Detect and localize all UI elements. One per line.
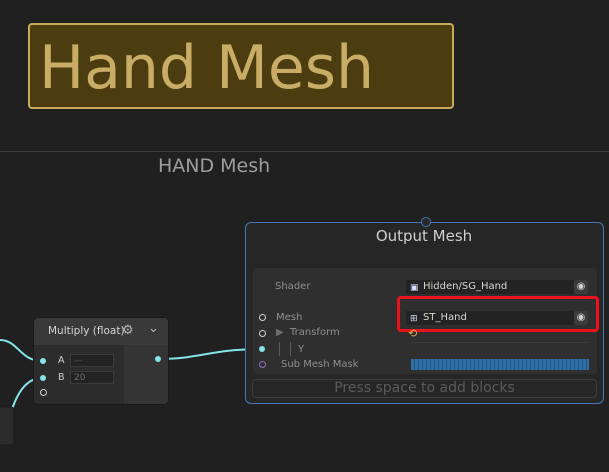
- output-port[interactable]: [155, 356, 161, 362]
- shader-asset-icon: ▣: [410, 283, 419, 293]
- transform-expand-icon[interactable]: ▶: [276, 327, 284, 338]
- multiply-float-node[interactable]: Multiply (float) ⚙ ⌄ A — B 20: [34, 318, 168, 404]
- multiply-node-title: Multiply (float): [48, 325, 125, 337]
- transform-label: Transform: [290, 327, 340, 338]
- input-port-extra[interactable]: [40, 389, 47, 396]
- mesh-label: Mesh: [276, 312, 303, 323]
- input-port-b[interactable]: [40, 375, 46, 381]
- tree-line-1: [279, 342, 280, 356]
- add-blocks-hint[interactable]: Press space to add blocks: [252, 379, 597, 398]
- tree-line-2: [290, 342, 291, 356]
- mesh-port[interactable]: [259, 314, 266, 321]
- y-port[interactable]: [259, 346, 265, 352]
- y-value-field[interactable]: [411, 342, 589, 343]
- flow-input-port[interactable]: [421, 217, 431, 227]
- submesh-label: Sub Mesh Mask: [281, 359, 359, 370]
- shader-value: Hidden/SG_Hand: [423, 281, 508, 292]
- input-label-a: A: [58, 355, 65, 366]
- multiply-output-area: [124, 345, 168, 404]
- submesh-mask-bar[interactable]: [411, 359, 589, 370]
- input-field-a[interactable]: —: [70, 354, 114, 367]
- shader-picker-target-icon[interactable]: ◉: [574, 280, 588, 294]
- transform-port[interactable]: [259, 330, 266, 337]
- input-port-a[interactable]: [40, 358, 46, 364]
- transform-gizmo-icon[interactable]: ⟲: [408, 327, 417, 340]
- gear-icon[interactable]: ⚙: [122, 324, 134, 338]
- y-label: Y: [298, 344, 305, 355]
- mesh-field-highlight: [397, 296, 599, 332]
- input-label-b: B: [58, 372, 65, 383]
- chevron-down-icon[interactable]: ⌄: [148, 322, 159, 336]
- shader-field[interactable]: ▣ Hidden/SG_Hand: [406, 280, 574, 294]
- offscreen-node-edge: [0, 406, 15, 446]
- output-node-title: Output Mesh: [375, 227, 473, 245]
- input-field-b[interactable]: 20: [70, 371, 114, 384]
- submesh-port[interactable]: [259, 361, 266, 368]
- shader-label: Shader: [275, 281, 311, 292]
